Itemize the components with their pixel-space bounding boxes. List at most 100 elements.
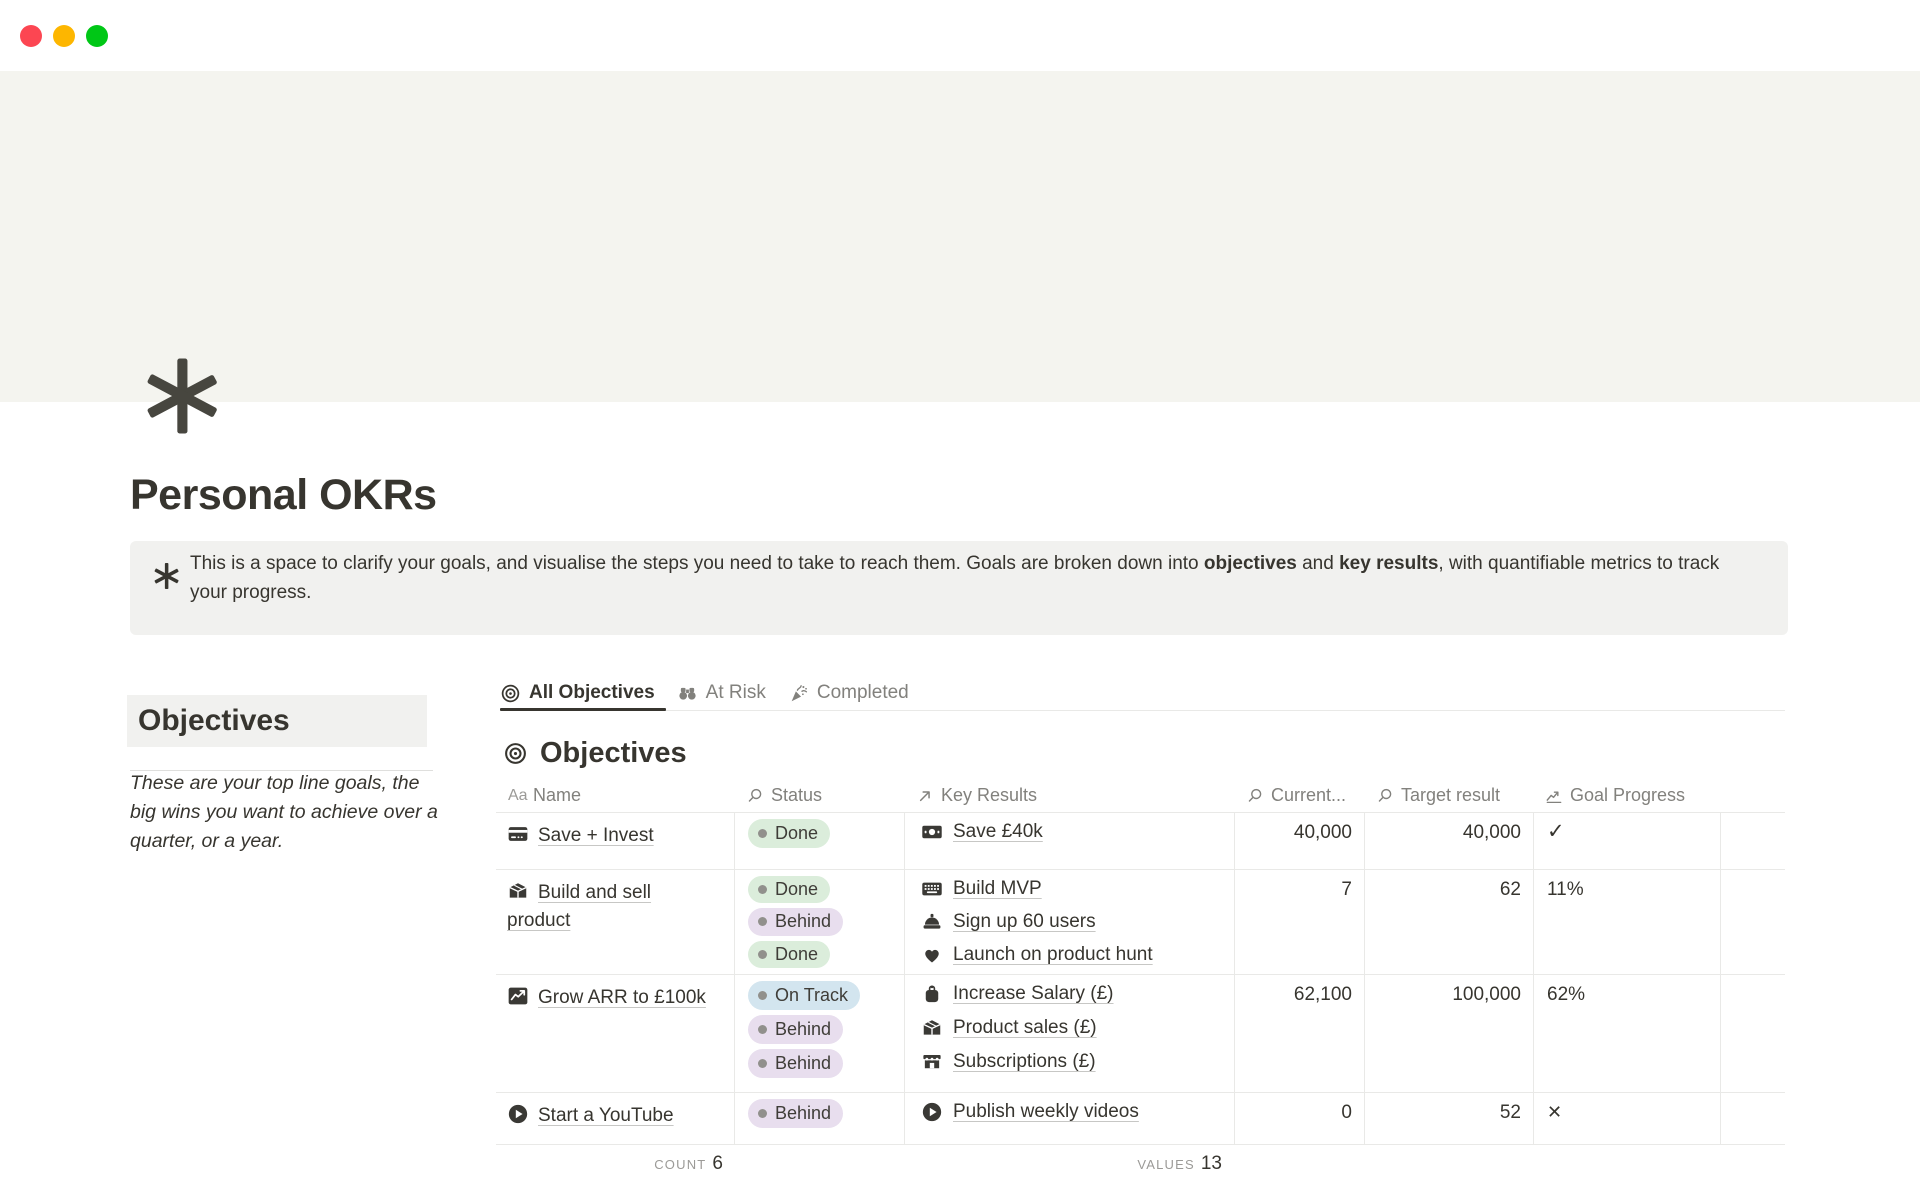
- column-header-name[interactable]: AaName: [496, 785, 734, 813]
- tab-label: All Objectives: [529, 682, 655, 704]
- status-dot: [758, 991, 767, 1000]
- status-pill-done[interactable]: Done: [748, 819, 830, 848]
- column-header-goal-progress[interactable]: Goal Progress: [1533, 785, 1720, 813]
- credit-card-icon: [507, 823, 529, 845]
- binoculars-icon: [677, 683, 698, 704]
- key-result-item[interactable]: Save £40k: [921, 815, 1226, 849]
- magnifier-icon: [1246, 787, 1264, 805]
- magnifier-icon: [1376, 787, 1394, 805]
- status-pill-behind[interactable]: Behind: [748, 1099, 843, 1128]
- column-header-target-result[interactable]: Target result: [1364, 785, 1533, 813]
- name-cell[interactable]: Start a YouTube: [496, 1093, 734, 1145]
- table-values-footer[interactable]: VALUES13: [904, 1153, 1222, 1175]
- close-window-button[interactable]: [20, 25, 42, 47]
- status-pill-done[interactable]: Done: [748, 876, 830, 903]
- target-icon: [503, 741, 528, 766]
- keyboard-icon: [921, 878, 943, 900]
- target-result-cell: 62: [1364, 870, 1533, 975]
- current-result-cell: 62,100: [1234, 975, 1364, 1093]
- sidebar-heading: Objectives: [127, 695, 427, 747]
- key-result-link[interactable]: Launch on product hunt: [953, 944, 1153, 966]
- status-pill-on-track[interactable]: On Track: [748, 981, 860, 1010]
- name-cell[interactable]: Build and sell product: [496, 870, 734, 975]
- key-result-item[interactable]: Launch on product hunt: [921, 939, 1226, 972]
- objective-link[interactable]: Grow ARR to £100k: [538, 987, 706, 1008]
- objective-link[interactable]: Start a YouTube: [538, 1105, 674, 1126]
- column-header-status[interactable]: Status: [734, 785, 904, 813]
- page-cover: [0, 71, 1920, 402]
- text-icon: Aa: [508, 787, 526, 805]
- tab-completed[interactable]: Completed: [788, 682, 909, 704]
- status-pill-behind[interactable]: Behind: [748, 1049, 843, 1078]
- key-result-item[interactable]: Product sales (£): [921, 1011, 1226, 1045]
- key-result-link[interactable]: Save £40k: [953, 821, 1043, 843]
- empty-cell: [1720, 975, 1785, 1093]
- goal-progress-cell: 62%: [1533, 975, 1720, 1093]
- status-label: Done: [775, 823, 818, 844]
- goal-progress-percent: 11%: [1547, 879, 1584, 900]
- tab-label: At Risk: [706, 682, 766, 704]
- key-results-cell: Publish weekly videos: [904, 1093, 1234, 1145]
- asterisk-icon: [153, 562, 180, 590]
- minimize-window-button[interactable]: [53, 25, 75, 47]
- empty-cell: [1720, 813, 1785, 870]
- key-result-link[interactable]: Build MVP: [953, 878, 1042, 900]
- window-titlebar: [0, 0, 1920, 71]
- column-header-current[interactable]: Current...: [1234, 785, 1364, 813]
- key-result-link[interactable]: Subscriptions (£): [953, 1051, 1096, 1073]
- key-result-item[interactable]: Increase Salary (£): [921, 977, 1226, 1011]
- column-header-extra[interactable]: [1720, 785, 1785, 813]
- tab-at-risk[interactable]: At Risk: [677, 682, 766, 704]
- sidebar-heading-label: Objectives: [138, 704, 290, 738]
- status-dot: [758, 1025, 767, 1034]
- page-title[interactable]: Personal OKRs: [130, 470, 437, 520]
- goal-progress-check: ✓: [1547, 820, 1565, 843]
- goal-progress-cross: ✕: [1547, 1102, 1562, 1122]
- objective-link[interactable]: Save + Invest: [538, 825, 654, 846]
- status-cell: Done: [734, 813, 904, 870]
- target-result-cell: 100,000: [1364, 975, 1533, 1093]
- tabbar-underline: [500, 710, 1785, 711]
- status-pill-behind[interactable]: Behind: [748, 1015, 843, 1044]
- status-label: On Track: [775, 985, 848, 1006]
- goal-progress-cell: 11%: [1533, 870, 1720, 975]
- name-cell[interactable]: Grow ARR to £100k: [496, 975, 734, 1093]
- column-header-key-results[interactable]: Key Results: [904, 785, 1234, 813]
- status-dot: [758, 917, 767, 926]
- status-pill-done[interactable]: Done: [748, 941, 830, 968]
- tab-all-objectives[interactable]: All Objectives: [500, 682, 655, 704]
- name-cell[interactable]: Save + Invest: [496, 813, 734, 870]
- status-dot: [758, 1109, 767, 1118]
- key-results-cell: Increase Salary (£) Product sales (£) Subs…: [904, 975, 1234, 1093]
- chart-increasing-icon: [507, 985, 529, 1007]
- key-result-item[interactable]: Sign up 60 users: [921, 905, 1226, 938]
- key-results-cell: Save £40k: [904, 813, 1234, 870]
- key-result-item[interactable]: Build MVP: [921, 872, 1226, 905]
- status-dot: [758, 829, 767, 838]
- empty-cell: [1720, 1093, 1785, 1145]
- target-result-cell: 52: [1364, 1093, 1533, 1145]
- purse-icon: [921, 983, 943, 1005]
- empty-cell: [1720, 870, 1785, 975]
- column-header-label: Current...: [1271, 785, 1346, 806]
- status-label: Behind: [775, 1053, 831, 1074]
- status-pill-behind[interactable]: Behind: [748, 908, 843, 935]
- key-result-link[interactable]: Sign up 60 users: [953, 911, 1096, 933]
- status-label: Behind: [775, 1103, 831, 1124]
- status-dot: [758, 950, 767, 959]
- key-result-link[interactable]: Publish weekly videos: [953, 1101, 1139, 1123]
- page-icon-asterisk[interactable]: [143, 356, 221, 436]
- active-tab-underline: [500, 708, 666, 711]
- key-result-item[interactable]: Subscriptions (£): [921, 1045, 1226, 1079]
- target-icon: [500, 683, 521, 704]
- status-label: Behind: [775, 911, 831, 932]
- key-result-link[interactable]: Product sales (£): [953, 1017, 1097, 1039]
- party-popper-icon: [788, 683, 809, 704]
- key-result-item[interactable]: Publish weekly videos: [921, 1095, 1226, 1129]
- status-cell: On Track Behind Behind: [734, 975, 904, 1093]
- table-count-footer[interactable]: COUNT6: [496, 1153, 723, 1175]
- values-label: VALUES: [1137, 1157, 1195, 1172]
- zoom-window-button[interactable]: [86, 25, 108, 47]
- key-result-link[interactable]: Increase Salary (£): [953, 983, 1114, 1005]
- current-result-cell: 40,000: [1234, 813, 1364, 870]
